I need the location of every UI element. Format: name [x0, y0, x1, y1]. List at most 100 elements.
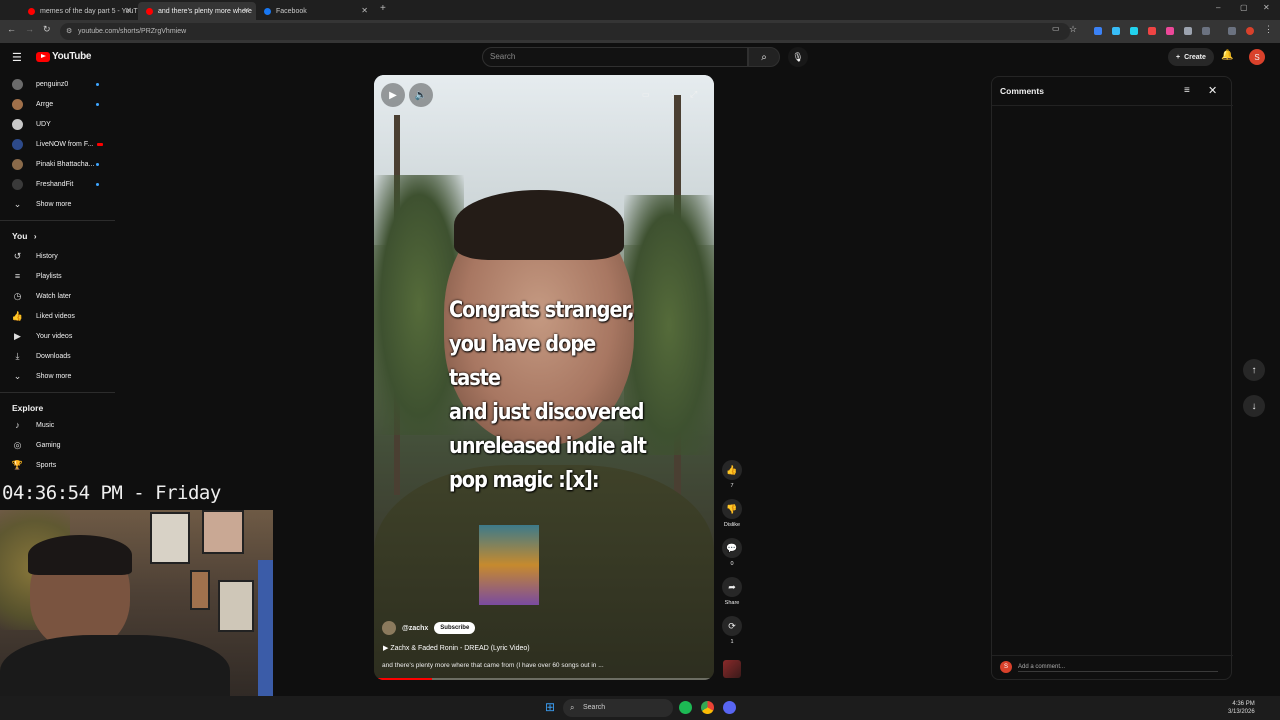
sidebar-subscription-arrge[interactable]: Arrge [0, 94, 115, 114]
sidebar-item-gaming[interactable]: ◎ Gaming [0, 435, 115, 455]
close-icon[interactable]: ✕ [1208, 84, 1217, 97]
channel-name[interactable]: @zachx [402, 625, 428, 632]
account-avatar[interactable]: S [1249, 49, 1265, 65]
comments-action[interactable]: 💬 0 [719, 538, 745, 567]
sidebar-subscription-livenow[interactable]: LiveNOW from F... [0, 134, 115, 154]
voice-search-button[interactable]: 🎙 [788, 47, 808, 67]
you-section-header[interactable]: You › [12, 231, 36, 241]
comments-panel: Comments ≡ ✕ S Add a comment... [991, 76, 1233, 680]
notifications-bell-icon[interactable]: 🔔 [1221, 50, 1233, 61]
more-options-icon[interactable]: ⋮ [668, 89, 677, 100]
reload-icon[interactable]: ↻ [43, 24, 51, 35]
hamburger-menu-icon[interactable]: ☰ [12, 51, 22, 64]
add-comment-input[interactable]: Add a comment... [1018, 664, 1065, 670]
shorts-video-player[interactable]: Congrats stranger, you have dope taste a… [374, 75, 714, 680]
video-progress-bar[interactable] [374, 678, 714, 680]
sidebar-item-sports[interactable]: 🏆 Sports [0, 455, 115, 475]
video-description[interactable]: and there's plenty more where that came … [382, 662, 702, 669]
browser-menu-icon[interactable]: ⋮ [1264, 24, 1273, 35]
close-tab-icon[interactable]: ✕ [125, 6, 132, 15]
close-window-icon[interactable]: ✕ [1263, 3, 1270, 12]
volume-button[interactable]: 🔈 [409, 83, 433, 107]
search-input[interactable]: Search [482, 47, 748, 67]
system-clock[interactable]: 4:36 PM 3/13/2026 [1228, 700, 1255, 716]
search-button[interactable]: ⌕ [748, 47, 780, 67]
browser-tab-1[interactable]: memes of the day part 5 - YouT ✕ [20, 2, 138, 20]
show-more-subscriptions[interactable]: ⌄ Show more [0, 194, 115, 214]
webcam-overlay [0, 510, 273, 720]
trophy-icon: 🏆 [11, 459, 24, 470]
dislike-button[interactable]: 👎 [722, 499, 742, 519]
taskbar-search[interactable]: ⌕ Search [563, 699, 673, 717]
sidebar-item-label: Liked videos [36, 312, 75, 320]
sidebar-item-watch-later[interactable]: ◷ Watch later [0, 286, 115, 306]
maximize-icon[interactable]: ▢ [1240, 3, 1248, 12]
play-button[interactable]: ▶ [381, 83, 405, 107]
new-tab-icon[interactable]: + [380, 3, 386, 14]
comments-button[interactable]: 💬 [722, 538, 742, 558]
dislike-action[interactable]: 👎 Dislike [719, 499, 745, 528]
create-button[interactable]: + Create [1168, 48, 1214, 66]
extension-icon[interactable] [1148, 27, 1156, 35]
remix-button[interactable]: ⟳ [722, 616, 742, 636]
youtube-header: ☰ YouTube Search ⌕ 🎙 + Create 🔔 S [0, 43, 1280, 73]
sidebar-item-your-videos[interactable]: ▶ Your videos [0, 326, 115, 346]
address-bar[interactable]: ⚙ youtube.com/shorts/PRZrgVhmiew [60, 23, 1070, 40]
channel-avatar[interactable] [382, 621, 396, 635]
next-short-button[interactable]: ↓ [1243, 395, 1265, 417]
minimize-icon[interactable]: – [1216, 3, 1220, 12]
sidebar-item-liked-videos[interactable]: 👍 Liked videos [0, 306, 115, 326]
remix-action[interactable]: ⟳ 1 [719, 616, 745, 645]
extension-icon[interactable] [1130, 27, 1138, 35]
chrome-icon[interactable] [701, 701, 714, 714]
share-action[interactable]: ➦ Share [719, 577, 745, 606]
profile-icon[interactable] [1246, 27, 1254, 35]
extension-icon[interactable] [1112, 27, 1120, 35]
sidebar-subscription-penguinz0[interactable]: penguinz0 [0, 74, 115, 94]
forward-icon[interactable]: → [25, 24, 34, 34]
fullscreen-icon[interactable]: ⤢ [690, 89, 697, 100]
clock-icon: ◷ [13, 290, 22, 301]
audio-thumbnail[interactable] [723, 660, 741, 678]
cast-icon[interactable]: ▭ [1052, 24, 1060, 33]
browser-tab-3[interactable]: Facebook ✕ [256, 2, 374, 20]
sidebar-item-history[interactable]: ↺ History [0, 246, 115, 266]
chevron-down-icon: ⌄ [13, 198, 22, 209]
site-info-icon[interactable]: ⚙ [66, 23, 72, 40]
show-more-you[interactable]: ⌄ Show more [0, 366, 115, 386]
extension-icon[interactable] [1184, 27, 1192, 35]
windows-start-icon[interactable]: ⊞ [545, 700, 555, 714]
share-button[interactable]: ➦ [722, 577, 742, 597]
wall-poster [190, 570, 210, 610]
sort-comments-icon[interactable]: ≡ [1184, 85, 1190, 96]
wall-poster [218, 580, 254, 632]
previous-short-button[interactable]: ↑ [1243, 359, 1265, 381]
subscribe-button[interactable]: Subscribe [434, 622, 476, 634]
bookmark-star-icon[interactable]: ☆ [1069, 24, 1077, 35]
sidebar-subscription-freshandfit[interactable]: FreshandFit [0, 174, 115, 194]
captions-icon[interactable]: ▭ [642, 90, 650, 99]
sidebar-subscription-udy[interactable]: UDY [0, 114, 115, 134]
close-tab-icon[interactable]: ✕ [243, 6, 250, 15]
close-tab-icon[interactable]: ✕ [361, 6, 368, 15]
dislike-label: Dislike [723, 522, 741, 528]
sidebar-item-music[interactable]: ♪ Music [0, 415, 115, 435]
extensions-puzzle-icon[interactable] [1202, 27, 1210, 35]
like-count: 7 [730, 483, 734, 489]
discord-icon[interactable] [723, 701, 736, 714]
new-content-dot [96, 82, 99, 86]
sidebar-item-playlists[interactable]: ≡ Playlists [0, 266, 115, 286]
back-icon[interactable]: ← [7, 24, 16, 34]
like-action[interactable]: 👍 7 [719, 460, 745, 489]
spotify-icon[interactable] [679, 701, 692, 714]
sidebar-subscription-pinaki[interactable]: Pinaki Bhattacha... [0, 154, 115, 174]
youtube-logo[interactable]: YouTube [36, 51, 92, 62]
sidepanel-icon[interactable] [1228, 27, 1236, 35]
song-link[interactable]: ▶ Zachx & Faded Ronin - DREAD (Lyric Vid… [383, 644, 530, 652]
like-button[interactable]: 👍 [722, 460, 742, 480]
sidebar-item-downloads[interactable]: ⤓ Downloads [0, 346, 115, 366]
extension-icon[interactable] [1094, 27, 1102, 35]
browser-tab-2[interactable]: and there's plenty more where ✕ [138, 2, 256, 20]
extension-icon[interactable] [1166, 27, 1174, 35]
add-comment-row[interactable]: S Add a comment... [1000, 661, 1218, 673]
